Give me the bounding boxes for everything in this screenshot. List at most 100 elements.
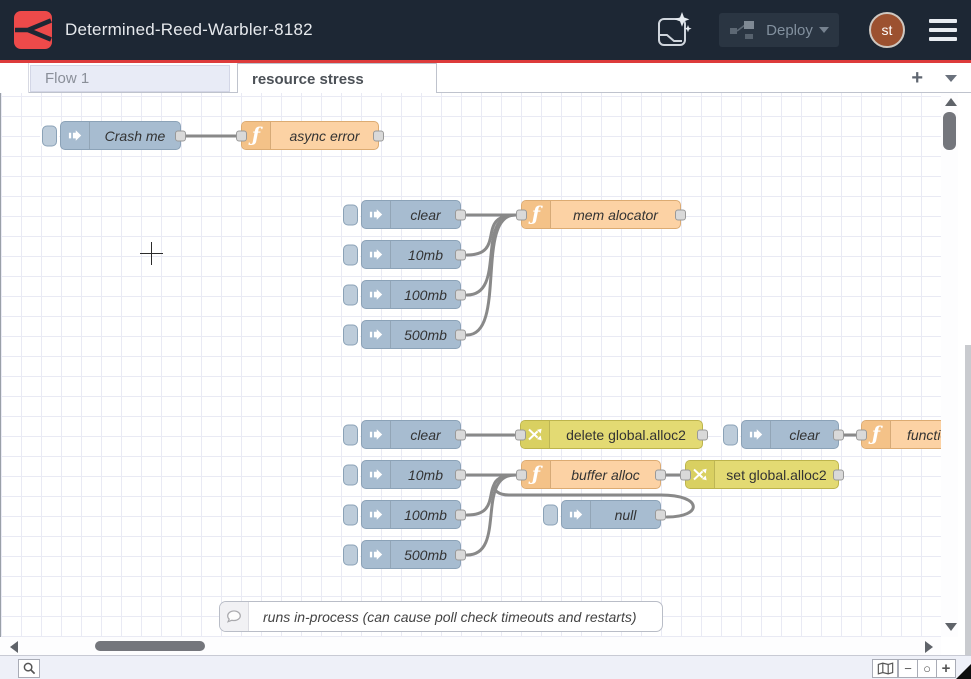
output-port[interactable] <box>455 209 466 220</box>
output-port[interactable] <box>455 429 466 440</box>
node-label: null <box>591 501 660 528</box>
node-label: set global.alloc2 <box>715 461 838 488</box>
node-label: buffer alloc <box>551 461 660 488</box>
inject-trigger-button[interactable] <box>343 504 358 525</box>
node-clear-c[interactable]: clear <box>741 420 839 449</box>
node-10mb-a[interactable]: 10mb <box>361 240 461 269</box>
scroll-down-arrow[interactable] <box>945 623 957 631</box>
horizontal-scroll-thumb[interactable] <box>95 641 205 651</box>
tab-scroll-gutter <box>0 63 29 93</box>
input-port[interactable] <box>856 429 867 440</box>
node-clear-a[interactable]: clear <box>361 200 461 229</box>
output-port[interactable] <box>833 469 844 480</box>
window-scrollbar-strip[interactable] <box>965 345 971 655</box>
tab-flow-1[interactable]: Flow 1 <box>30 65 230 92</box>
inject-icon <box>362 241 391 268</box>
node-null[interactable]: null <box>561 500 661 529</box>
output-port[interactable] <box>455 329 466 340</box>
deploy-label: Deploy <box>764 22 815 39</box>
input-port[interactable] <box>236 130 247 141</box>
output-port[interactable] <box>675 209 686 220</box>
inject-icon <box>362 461 391 488</box>
horizontal-scrollbar[interactable] <box>0 637 941 655</box>
inject-trigger-button[interactable] <box>343 464 358 485</box>
avatar[interactable]: st <box>869 12 905 48</box>
inject-trigger-button[interactable] <box>343 284 358 305</box>
inject-trigger-button[interactable] <box>343 324 358 345</box>
node-500mb-a[interactable]: 500mb <box>361 320 461 349</box>
flow-sparkle-icon[interactable] <box>656 11 692 49</box>
scroll-left-arrow[interactable] <box>10 641 18 653</box>
node-set-global-alloc2[interactable]: set global.alloc2 <box>685 460 839 489</box>
vertical-scroll-thumb[interactable] <box>943 112 956 150</box>
input-port[interactable] <box>516 209 527 220</box>
output-port[interactable] <box>175 130 186 141</box>
wire-layer <box>1 93 941 637</box>
output-port[interactable] <box>455 509 466 520</box>
inject-trigger-button[interactable] <box>723 424 738 445</box>
input-port[interactable] <box>516 469 527 480</box>
node-100mb-b[interactable]: 100mb <box>361 500 461 529</box>
zoom-in-button[interactable]: + <box>936 659 956 678</box>
deploy-button[interactable]: Deploy <box>719 13 839 47</box>
minimap-button[interactable] <box>872 659 898 678</box>
tab-resource-stress[interactable]: resource stress <box>237 63 437 94</box>
vertical-scrollbar[interactable] <box>941 93 958 637</box>
node-red-editor: Determined-Reed-Warbler-8182 Deploy st <box>0 0 971 679</box>
node-10mb-b[interactable]: 10mb <box>361 460 461 489</box>
output-port[interactable] <box>697 429 708 440</box>
search-icon <box>23 662 36 675</box>
input-port[interactable] <box>680 469 691 480</box>
flow-list-chevron-icon[interactable] <box>945 75 957 82</box>
node-buffer-alloc[interactable]: ƒbuffer alloc <box>521 460 661 489</box>
instance-title: Determined-Reed-Warbler-8182 <box>65 20 313 40</box>
flow-canvas[interactable]: Crash me ƒasync error clear 10mb 100mb 500mb ƒ… <box>0 93 941 637</box>
output-port[interactable] <box>655 509 666 520</box>
status-footer: − ○ + <box>0 655 971 679</box>
output-port[interactable] <box>833 429 844 440</box>
node-comment[interactable]: runs in-process (can cause poll check ti… <box>219 601 663 632</box>
node-mem-alocator[interactable]: ƒmem alocator <box>521 200 681 229</box>
search-button[interactable] <box>18 659 40 678</box>
node-label: clear <box>771 421 838 448</box>
node-label: 100mb <box>391 501 460 528</box>
node-label: 500mb <box>391 541 460 568</box>
zoom-out-button[interactable]: − <box>898 659 918 678</box>
hamburger-menu-icon[interactable] <box>929 19 957 41</box>
node-delete-global-alloc2[interactable]: delete global.alloc2 <box>520 420 703 449</box>
add-flow-button[interactable]: + <box>911 68 923 88</box>
output-port[interactable] <box>655 469 666 480</box>
output-port[interactable] <box>455 549 466 560</box>
inject-trigger-button[interactable] <box>343 424 358 445</box>
scroll-right-arrow[interactable] <box>925 641 933 653</box>
header: Determined-Reed-Warbler-8182 Deploy st <box>0 0 971 60</box>
node-label: delete global.alloc2 <box>550 421 702 448</box>
node-label: 100mb <box>391 281 460 308</box>
node-100mb-a[interactable]: 100mb <box>361 280 461 309</box>
output-port[interactable] <box>455 469 466 480</box>
input-port[interactable] <box>515 429 526 440</box>
node-label: clear <box>391 201 460 228</box>
output-port[interactable] <box>455 289 466 300</box>
inject-icon <box>362 501 391 528</box>
inject-icon <box>742 421 771 448</box>
inject-trigger-button[interactable] <box>343 204 358 225</box>
node-async-error[interactable]: ƒasync error <box>241 121 379 150</box>
inject-icon <box>61 122 90 149</box>
zoom-reset-button[interactable]: ○ <box>917 659 937 678</box>
node-function[interactable]: ƒfunction <box>861 420 941 449</box>
output-port[interactable] <box>455 249 466 260</box>
comment-icon <box>220 602 249 631</box>
node-crash-me[interactable]: Crash me <box>60 121 181 150</box>
inject-trigger-button[interactable] <box>343 244 358 265</box>
node-clear-b[interactable]: clear <box>361 420 461 449</box>
node-500mb-b[interactable]: 500mb <box>361 540 461 569</box>
inject-trigger-button[interactable] <box>42 125 57 146</box>
inject-trigger-button[interactable] <box>343 544 358 565</box>
inject-trigger-button[interactable] <box>543 504 558 525</box>
flowfuse-logo[interactable] <box>14 11 52 49</box>
scroll-up-arrow[interactable] <box>945 98 957 106</box>
node-label: 500mb <box>391 321 460 348</box>
inject-icon <box>362 281 391 308</box>
output-port[interactable] <box>373 130 384 141</box>
